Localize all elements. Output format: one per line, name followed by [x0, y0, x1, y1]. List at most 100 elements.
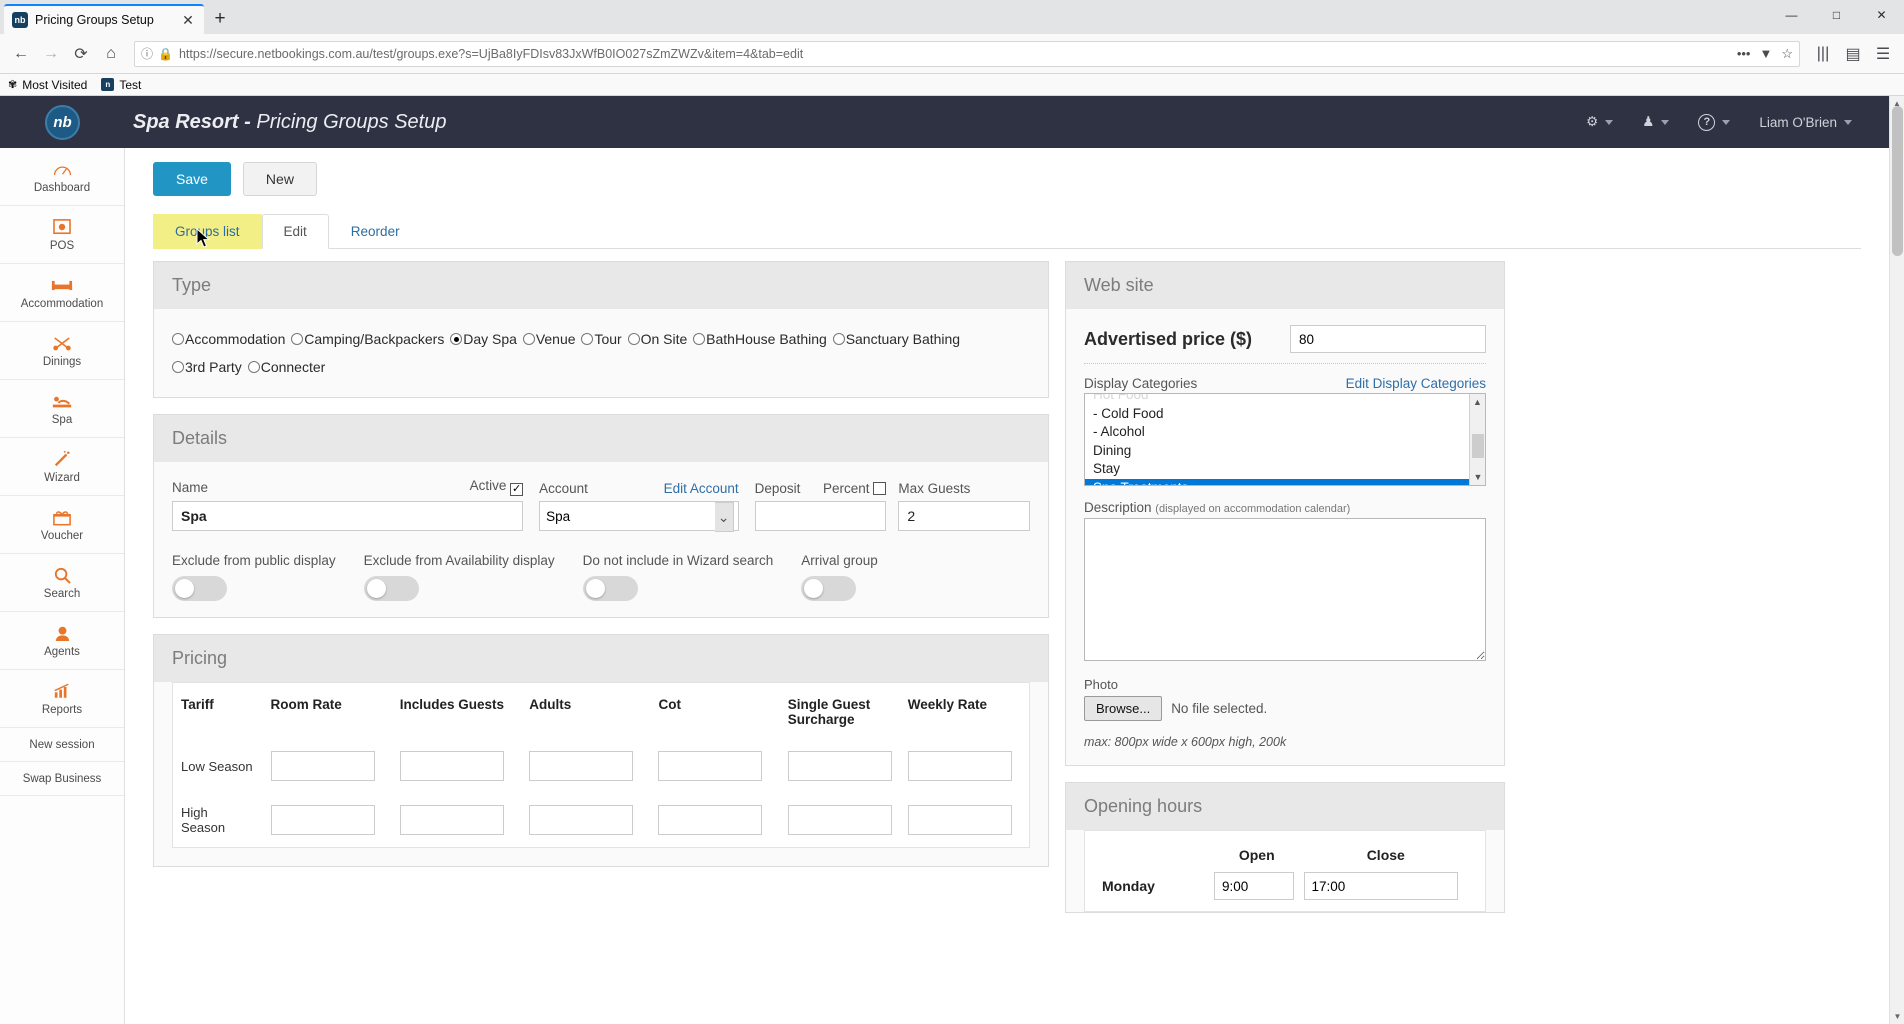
bookmark-test[interactable]: n Test: [101, 78, 141, 92]
list-item-selected[interactable]: Spa Treatments: [1085, 478, 1469, 485]
toggle-switch[interactable]: [172, 576, 227, 601]
window-close-icon[interactable]: ✕: [1859, 0, 1904, 30]
sidebar-item-accommodation[interactable]: Accommodation: [0, 264, 124, 322]
sidebar-item-wizard[interactable]: Wizard: [0, 438, 124, 496]
toggle-switch[interactable]: [582, 576, 638, 601]
bookmark-star-icon[interactable]: ☆: [1781, 46, 1793, 62]
tab-reorder[interactable]: Reorder: [329, 214, 422, 249]
sidebar-item-dinings[interactable]: Dinings: [0, 322, 124, 380]
left-column: Type Accommodation Camping/Backpackers D…: [153, 261, 1049, 929]
radio-tour[interactable]: Tour: [581, 331, 622, 347]
back-icon[interactable]: ←: [6, 39, 36, 69]
browser-tab[interactable]: nb Pricing Groups Setup ✕: [4, 4, 204, 34]
list-item[interactable]: Dining: [1085, 442, 1485, 461]
radio-camping-backpackers[interactable]: Camping/Backpackers: [291, 331, 444, 347]
weekly-rate-input[interactable]: [907, 751, 1012, 781]
percent-checkbox[interactable]: [873, 482, 887, 495]
browse-button[interactable]: Browse...: [1084, 696, 1163, 721]
listbox-scrollbar[interactable]: ▲ ▼: [1469, 394, 1485, 485]
percent-label-group[interactable]: Percent: [823, 481, 887, 496]
logo-cell[interactable]: nb: [0, 104, 125, 140]
cot-input[interactable]: [658, 805, 763, 835]
radio-connecter[interactable]: Connecter: [247, 359, 325, 375]
advertised-price-input[interactable]: [1290, 325, 1486, 353]
room-rate-input[interactable]: [270, 751, 375, 781]
page-actions-icon[interactable]: •••: [1737, 46, 1751, 61]
sidebar-item-search[interactable]: Search: [0, 554, 124, 612]
cell-weekly-rate: [900, 793, 1030, 848]
url-bar[interactable]: ⓘ 🔒 https://secure.netbookings.com.au/te…: [134, 40, 1800, 67]
includes-guests-input[interactable]: [399, 751, 504, 781]
weekly-rate-input[interactable]: [907, 805, 1012, 835]
pocket-icon[interactable]: ▼: [1759, 46, 1772, 61]
radio-3rd-party[interactable]: 3rd Party: [172, 359, 242, 375]
edit-account-link[interactable]: Edit Account: [664, 481, 739, 496]
sidebar-item-dashboard[interactable]: Dashboard: [0, 148, 124, 206]
sidebar-icon[interactable]: ▤: [1838, 39, 1868, 69]
save-button[interactable]: Save: [153, 162, 231, 196]
sidebar-item-swap-business[interactable]: Swap Business: [0, 762, 124, 796]
description-textarea[interactable]: [1084, 518, 1486, 661]
new-button[interactable]: New: [242, 162, 317, 196]
radio-day-spa[interactable]: Day Spa: [450, 331, 517, 347]
page-scrollbar[interactable]: ▲ ▼: [1889, 96, 1904, 1024]
account-menu[interactable]: Liam O'Brien: [1747, 115, 1864, 130]
radio-accommodation[interactable]: Accommodation: [172, 331, 285, 347]
includes-guests-input[interactable]: [399, 805, 504, 835]
sidebar-item-spa[interactable]: Spa: [0, 380, 124, 438]
close-time-input[interactable]: [1303, 872, 1458, 900]
radio-bathhouse-bathing[interactable]: BathHouse Bathing: [693, 331, 827, 347]
scrollbar-thumb[interactable]: [1472, 434, 1484, 458]
list-item[interactable]: Hot Food: [1085, 394, 1485, 405]
name-input[interactable]: [172, 501, 524, 531]
display-categories-listbox[interactable]: Hot Food - Cold Food - Alcohol Dining St…: [1084, 393, 1486, 486]
list-item[interactable]: - Alcohol: [1085, 423, 1485, 442]
max-guests-input[interactable]: [898, 501, 1030, 531]
page-scrollbar-thumb[interactable]: [1892, 106, 1903, 256]
scroll-down-icon[interactable]: ▼: [1890, 1009, 1904, 1024]
bookmark-most-visited[interactable]: ✾ Most Visited: [8, 78, 87, 92]
surcharge-input[interactable]: [787, 751, 892, 781]
deposit-field-group: Deposit Percent: [754, 481, 887, 531]
open-time-input[interactable]: [1214, 872, 1294, 900]
sidebar-item-pos[interactable]: POS: [0, 206, 124, 264]
tab-groups-list[interactable]: Groups list: [153, 214, 262, 249]
adults-input[interactable]: [529, 751, 634, 781]
active-checkbox[interactable]: ✓: [510, 483, 524, 496]
reload-icon[interactable]: ⟳: [66, 39, 96, 69]
toggle-switch[interactable]: [363, 576, 419, 601]
minimize-icon[interactable]: —: [1769, 0, 1814, 30]
cot-input[interactable]: [658, 751, 763, 781]
active-label-group[interactable]: Active ✓: [470, 478, 524, 496]
toggle-switch[interactable]: [801, 576, 857, 601]
maximize-icon[interactable]: □: [1814, 0, 1859, 30]
tab-edit[interactable]: Edit: [261, 214, 329, 249]
user-menu[interactable]: ♟: [1630, 114, 1681, 130]
account-select[interactable]: Spa: [539, 501, 739, 531]
settings-menu[interactable]: ⚙: [1574, 114, 1625, 130]
home-icon[interactable]: ⌂: [96, 39, 126, 69]
list-item[interactable]: - Cold Food: [1085, 405, 1485, 424]
radio-venue[interactable]: Venue: [522, 331, 576, 347]
scroll-up-icon[interactable]: ▲: [1470, 394, 1485, 410]
room-rate-input[interactable]: [270, 805, 375, 835]
sidebar-item-new-session[interactable]: New session: [0, 728, 124, 762]
surcharge-input[interactable]: [787, 805, 892, 835]
library-icon[interactable]: |||: [1808, 39, 1838, 69]
adults-input[interactable]: [529, 805, 634, 835]
help-menu[interactable]: ?: [1686, 113, 1742, 131]
sidebar-item-agents[interactable]: Agents: [0, 612, 124, 670]
deposit-input[interactable]: [754, 501, 887, 531]
sidebar-item-voucher[interactable]: Voucher: [0, 496, 124, 554]
radio-sanctuary-bathing[interactable]: Sanctuary Bathing: [832, 331, 960, 347]
table-header-row: Tariff Room Rate Includes Guests Adults …: [173, 683, 1030, 740]
sidebar-item-reports[interactable]: Reports: [0, 670, 124, 728]
radio-on-site[interactable]: On Site: [627, 331, 687, 347]
forward-icon[interactable]: →: [36, 39, 66, 69]
close-icon[interactable]: ✕: [180, 13, 196, 27]
list-item[interactable]: Stay: [1085, 460, 1485, 479]
info-icon[interactable]: ⓘ: [141, 45, 153, 62]
new-tab-button[interactable]: +: [204, 4, 236, 34]
menu-icon[interactable]: ☰: [1868, 39, 1898, 69]
scroll-down-icon[interactable]: ▼: [1470, 469, 1485, 485]
